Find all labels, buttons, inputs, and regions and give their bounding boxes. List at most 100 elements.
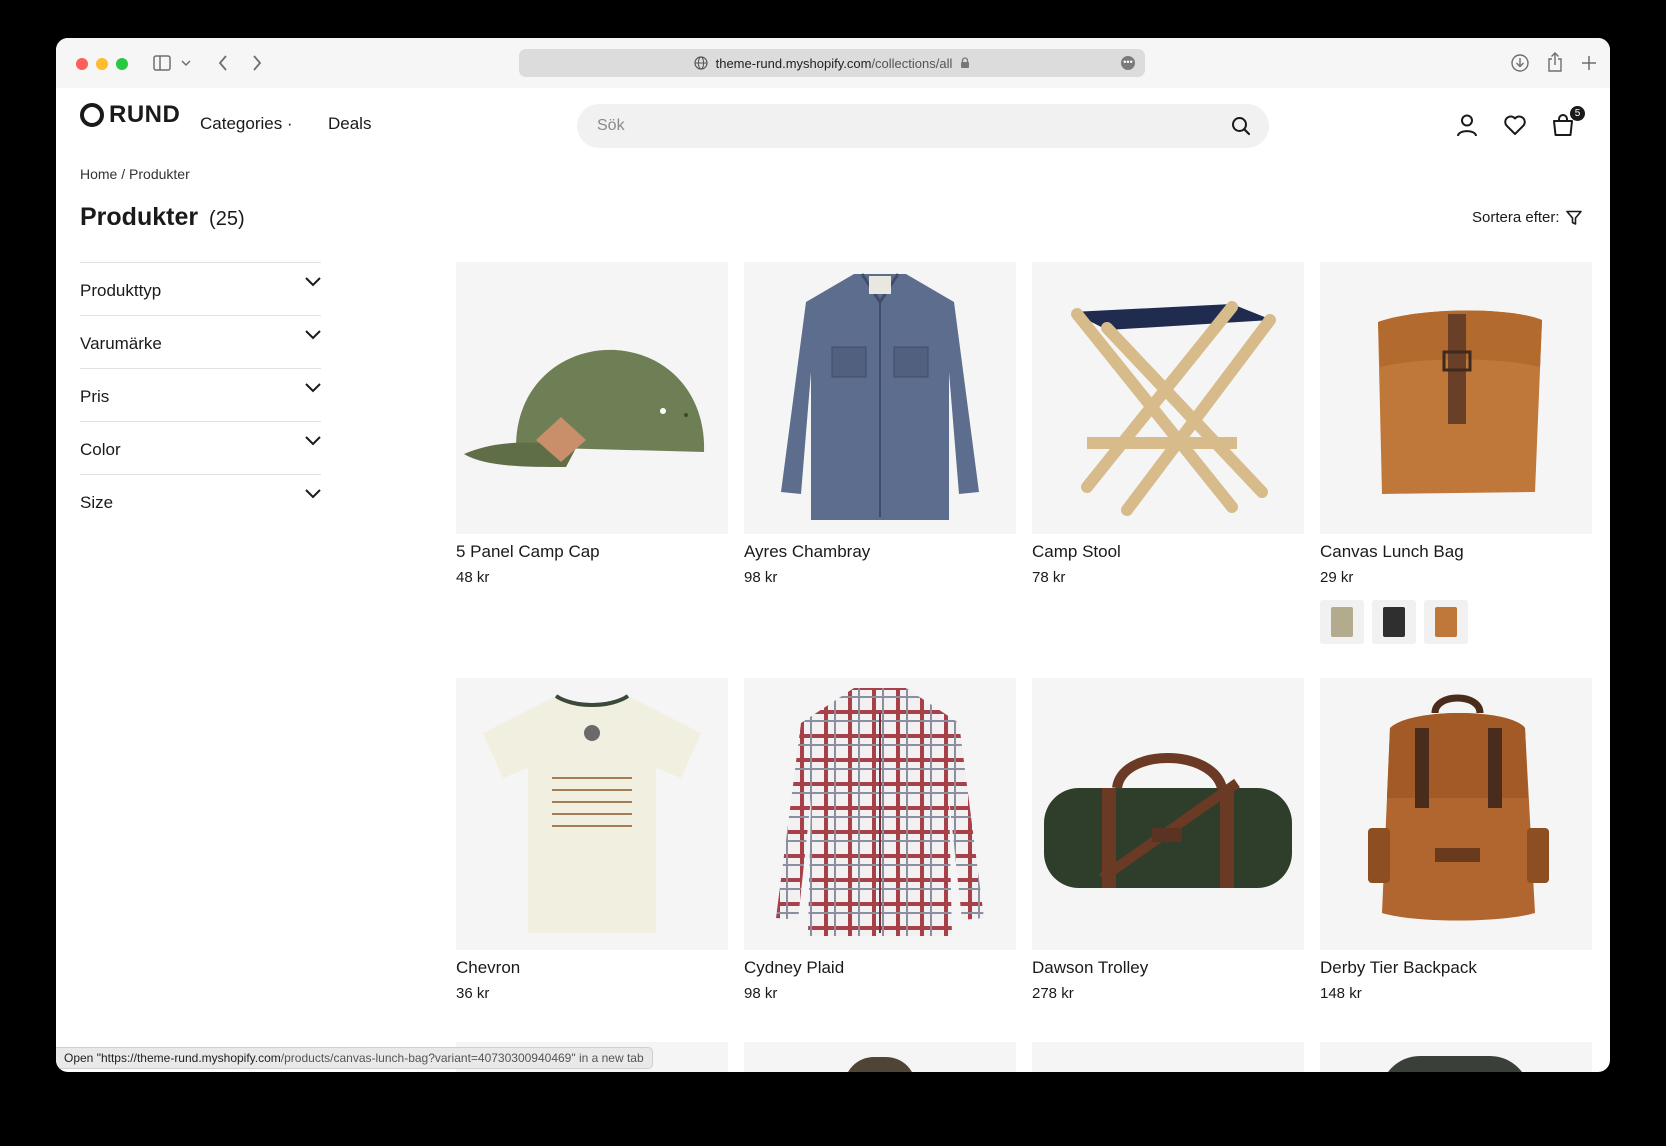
product-card[interactable]: Cydney Plaid 98 kr xyxy=(744,678,1016,1002)
product-card[interactable]: Canvas Lunch Bag 29 kr xyxy=(1320,262,1592,644)
product-card-partial[interactable] xyxy=(744,1042,1016,1072)
browser-window: theme-rund.myshopify.com/collections/all… xyxy=(56,38,1610,1072)
share-icon[interactable] xyxy=(1547,52,1563,72)
page-title: Produkter (25) xyxy=(80,203,245,232)
swatch-tan[interactable] xyxy=(1424,600,1468,644)
camp-stool-image xyxy=(1071,301,1276,516)
filter-funnel-icon[interactable] xyxy=(1565,210,1582,226)
filter-brand[interactable]: Varumärke xyxy=(80,315,321,368)
backpack-image xyxy=(1368,694,1549,921)
filter-label: Color xyxy=(80,440,121,459)
wishlist-heart-icon[interactable] xyxy=(1503,113,1527,137)
duffel-bag-image xyxy=(1044,753,1292,888)
page-title-text: Produkter xyxy=(80,203,199,231)
sort-control[interactable]: Sortera efter: xyxy=(1472,209,1582,226)
chevron-down-icon xyxy=(305,489,321,499)
cap-image xyxy=(464,349,705,467)
product-price: 29 kr xyxy=(1320,569,1354,586)
search-icon[interactable] xyxy=(1231,116,1251,136)
product-name[interactable]: Canvas Lunch Bag xyxy=(1320,542,1464,562)
chevron-down-icon xyxy=(305,330,321,340)
product-image-tshirt[interactable] xyxy=(456,678,728,950)
nav-categories[interactable]: Categories · xyxy=(200,114,293,134)
store-logo[interactable]: RUND xyxy=(80,101,180,129)
product-card[interactable]: Derby Tier Backpack 148 kr xyxy=(1320,678,1592,1002)
sidebar-toggle-icon[interactable] xyxy=(153,55,171,71)
status-url-host: Open "https://theme-rund.myshopify.com xyxy=(64,1051,281,1065)
product-name[interactable]: Cydney Plaid xyxy=(744,958,844,978)
forward-icon[interactable] xyxy=(252,55,262,71)
product-image-lunch-bag[interactable] xyxy=(1320,262,1592,534)
product-card-partial[interactable] xyxy=(1032,1042,1304,1072)
address-bar[interactable]: theme-rund.myshopify.com/collections/all… xyxy=(519,49,1145,77)
product-image-cap[interactable] xyxy=(456,262,728,534)
product-count: (25) xyxy=(209,208,245,230)
filter-label: Produkttyp xyxy=(80,281,162,300)
filter-label: Varumärke xyxy=(80,334,162,353)
search-input[interactable] xyxy=(595,116,1199,136)
breadcrumb-home[interactable]: Home xyxy=(80,166,117,182)
product-name[interactable]: Camp Stool xyxy=(1032,542,1121,562)
product-name[interactable]: 5 Panel Camp Cap xyxy=(456,542,600,562)
lock-icon xyxy=(961,57,970,68)
product-price: 48 kr xyxy=(456,569,490,586)
new-tab-icon[interactable] xyxy=(1582,56,1596,70)
product-price: 148 kr xyxy=(1320,985,1362,1002)
lunch-bag-image xyxy=(1378,310,1542,494)
back-icon[interactable] xyxy=(218,55,228,71)
filter-price[interactable]: Pris xyxy=(80,368,321,421)
product-card[interactable]: 5 Panel Camp Cap 48 kr xyxy=(456,262,728,586)
product-name[interactable]: Derby Tier Backpack xyxy=(1320,958,1477,978)
filter-label: Pris xyxy=(80,387,110,406)
product-card[interactable]: Dawson Trolley 278 kr xyxy=(1032,678,1304,1002)
product-image-duffel[interactable] xyxy=(1032,678,1304,950)
account-icon[interactable] xyxy=(1455,113,1479,137)
url-path: /collections/all xyxy=(871,55,953,71)
filter-size[interactable]: Size xyxy=(80,474,321,527)
close-window-button[interactable] xyxy=(76,58,88,70)
product-image-plaid-shirt[interactable] xyxy=(744,678,1016,950)
product-image-backpack[interactable] xyxy=(1320,678,1592,950)
downloads-icon[interactable] xyxy=(1511,54,1529,72)
swatch-black[interactable] xyxy=(1372,600,1416,644)
globe-icon xyxy=(694,56,708,70)
minimize-window-button[interactable] xyxy=(96,58,108,70)
swatch-khaki[interactable] xyxy=(1320,600,1364,644)
chambray-shirt-image xyxy=(781,273,979,520)
breadcrumb-separator: / xyxy=(121,166,126,182)
color-swatches xyxy=(1320,600,1468,644)
product-card[interactable]: Camp Stool 78 kr xyxy=(1032,262,1304,586)
product-card-partial[interactable] xyxy=(1320,1042,1592,1072)
plaid-shirt-image xyxy=(776,688,984,936)
chevron-tshirt-image xyxy=(483,694,701,933)
filter-product-type[interactable]: Produkttyp xyxy=(80,262,321,315)
logo-ring-icon xyxy=(80,103,104,127)
link-status-bar: Open "https://theme-rund.myshopify.com/p… xyxy=(56,1047,653,1069)
product-name[interactable]: Dawson Trolley xyxy=(1032,958,1148,978)
product-card[interactable]: Ayres Chambray 98 kr xyxy=(744,262,1016,586)
filter-color[interactable]: Color xyxy=(80,421,321,474)
status-url-path: /products/canvas-lunch-bag?variant=40730… xyxy=(280,1051,644,1065)
product-price: 98 kr xyxy=(744,569,778,586)
product-price: 36 kr xyxy=(456,985,490,1002)
chevron-down-icon[interactable] xyxy=(181,59,191,67)
zoom-window-button[interactable] xyxy=(116,58,128,70)
product-name[interactable]: Chevron xyxy=(456,958,520,978)
sort-label: Sortera efter: xyxy=(1472,209,1560,226)
url-host: theme-rund.myshopify.com xyxy=(715,55,872,71)
product-price: 98 kr xyxy=(744,985,778,1002)
nav-deals[interactable]: Deals xyxy=(328,114,371,134)
product-name[interactable]: Ayres Chambray xyxy=(744,542,870,562)
logo-text: RUND xyxy=(109,101,181,128)
product-card[interactable]: Chevron 36 kr xyxy=(456,678,728,1002)
browser-titlebar: theme-rund.myshopify.com/collections/all… xyxy=(56,38,1610,88)
chevron-down-icon xyxy=(305,436,321,446)
chevron-down-icon xyxy=(305,383,321,393)
breadcrumb: Home / Produkter xyxy=(80,166,190,182)
filter-sidebar: Produkttyp Varumärke Pris Color Size xyxy=(80,262,321,527)
product-price: 78 kr xyxy=(1032,569,1066,586)
product-image-shirt[interactable] xyxy=(744,262,1016,534)
more-options-icon[interactable]: ••• xyxy=(1121,56,1135,70)
product-image-stool[interactable] xyxy=(1032,262,1304,534)
product-price: 278 kr xyxy=(1032,985,1074,1002)
